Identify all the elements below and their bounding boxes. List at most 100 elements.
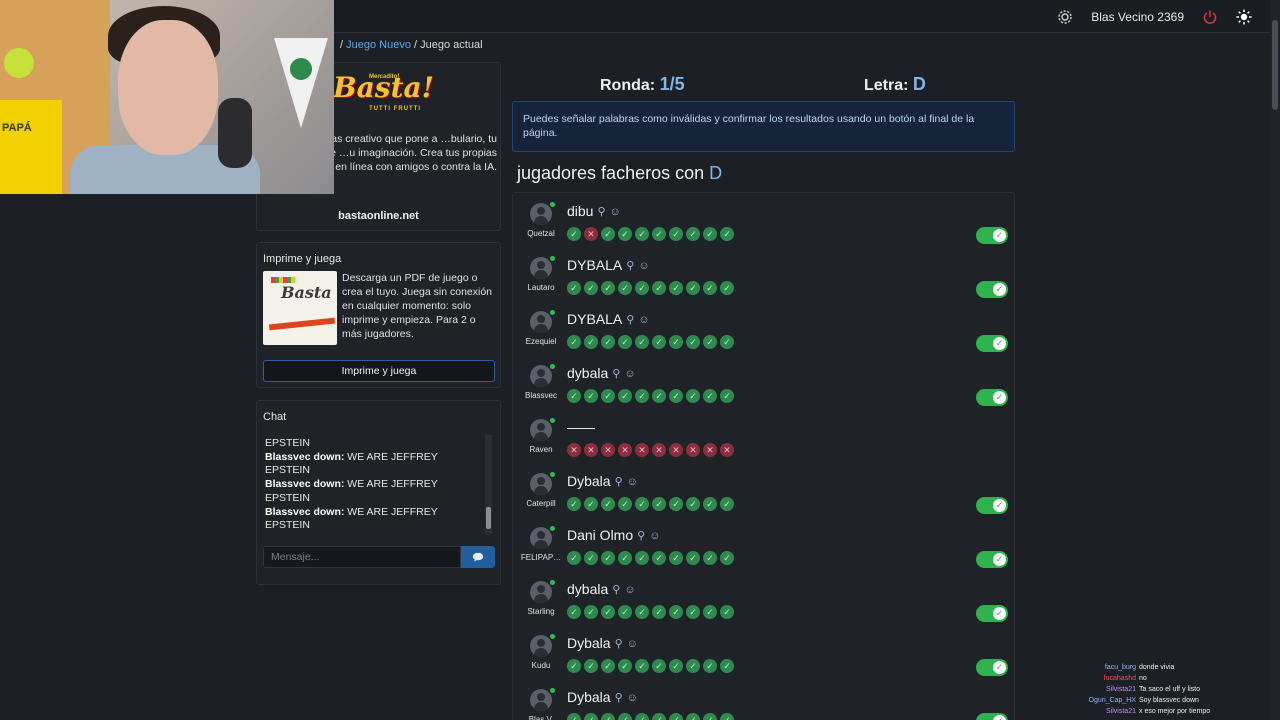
emoji-react-icon[interactable]: ☺ bbox=[624, 584, 635, 596]
vote-badge[interactable]: ✓ bbox=[567, 497, 581, 511]
vote-badge[interactable]: ✕ bbox=[686, 443, 700, 457]
search-icon[interactable]: ⚲ bbox=[612, 367, 620, 380]
emoji-react-icon[interactable]: ☺ bbox=[610, 206, 621, 218]
vote-badge[interactable]: ✕ bbox=[669, 443, 683, 457]
vote-badge[interactable]: ✓ bbox=[686, 659, 700, 673]
vote-badge[interactable]: ✓ bbox=[601, 659, 615, 673]
username-label[interactable]: Blas Vecino 2369 bbox=[1091, 10, 1184, 24]
vote-badge[interactable]: ✕ bbox=[720, 443, 734, 457]
valid-toggle[interactable]: ✓ bbox=[976, 335, 1008, 352]
search-icon[interactable]: ⚲ bbox=[615, 691, 623, 704]
vote-badge[interactable]: ✓ bbox=[686, 713, 700, 720]
vote-badge[interactable]: ✓ bbox=[635, 605, 649, 619]
vote-badge[interactable]: ✓ bbox=[720, 227, 734, 241]
vote-badge[interactable]: ✓ bbox=[618, 659, 632, 673]
vote-badge[interactable]: ✓ bbox=[567, 281, 581, 295]
chat-message-input[interactable]: Mensaje... bbox=[263, 546, 461, 568]
emoji-react-icon[interactable]: ☺ bbox=[638, 260, 649, 272]
valid-toggle[interactable]: ✓ bbox=[976, 227, 1008, 244]
vote-badge[interactable]: ✕ bbox=[652, 443, 666, 457]
vote-badge[interactable]: ✓ bbox=[652, 227, 666, 241]
valid-toggle[interactable]: ✓ bbox=[976, 659, 1008, 676]
vote-badge[interactable]: ✓ bbox=[618, 389, 632, 403]
vote-badge[interactable]: ✓ bbox=[720, 659, 734, 673]
vote-badge[interactable]: ✓ bbox=[567, 605, 581, 619]
vote-badge[interactable]: ✓ bbox=[601, 389, 615, 403]
vote-badge[interactable]: ✓ bbox=[567, 335, 581, 349]
vote-badge[interactable]: ✓ bbox=[669, 659, 683, 673]
vote-badge[interactable]: ✓ bbox=[669, 335, 683, 349]
sun-icon[interactable] bbox=[1236, 9, 1252, 25]
chat-scrollbar[interactable] bbox=[485, 435, 492, 535]
vote-badge[interactable]: ✓ bbox=[652, 335, 666, 349]
vote-badge[interactable]: ✓ bbox=[686, 335, 700, 349]
vote-badge[interactable]: ✓ bbox=[720, 713, 734, 720]
vote-badge[interactable]: ✓ bbox=[703, 389, 717, 403]
search-icon[interactable]: ⚲ bbox=[626, 259, 634, 272]
vote-badge[interactable]: ✓ bbox=[635, 335, 649, 349]
vote-badge[interactable]: ✓ bbox=[703, 281, 717, 295]
vote-badge[interactable]: ✓ bbox=[601, 335, 615, 349]
search-icon[interactable]: ⚲ bbox=[615, 637, 623, 650]
vote-badge[interactable]: ✓ bbox=[686, 227, 700, 241]
vote-badge[interactable]: ✓ bbox=[601, 713, 615, 720]
vote-badge[interactable]: ✓ bbox=[635, 389, 649, 403]
vote-badge[interactable]: ✓ bbox=[652, 713, 666, 720]
vote-badge[interactable]: ✓ bbox=[635, 551, 649, 565]
search-icon[interactable]: ⚲ bbox=[597, 205, 605, 218]
vote-badge[interactable]: ✓ bbox=[686, 605, 700, 619]
vote-badge[interactable]: ✓ bbox=[652, 551, 666, 565]
valid-toggle[interactable]: ✓ bbox=[976, 389, 1008, 406]
vote-badge[interactable]: ✓ bbox=[669, 713, 683, 720]
vote-badge[interactable]: ✓ bbox=[567, 551, 581, 565]
vote-badge[interactable]: ✓ bbox=[618, 227, 632, 241]
vote-badge[interactable]: ✓ bbox=[703, 497, 717, 511]
valid-toggle[interactable]: ✓ bbox=[976, 497, 1008, 514]
vote-badge[interactable]: ✕ bbox=[618, 443, 632, 457]
valid-toggle[interactable]: ✓ bbox=[976, 605, 1008, 622]
power-icon[interactable] bbox=[1202, 9, 1218, 25]
vote-badge[interactable]: ✓ bbox=[584, 659, 598, 673]
vote-badge[interactable]: ✓ bbox=[567, 659, 581, 673]
vote-badge[interactable]: ✓ bbox=[652, 281, 666, 295]
emoji-react-icon[interactable]: ☺ bbox=[627, 638, 638, 650]
vote-badge[interactable]: ✓ bbox=[618, 551, 632, 565]
vote-badge[interactable]: ✓ bbox=[669, 551, 683, 565]
vote-badge[interactable]: ✓ bbox=[601, 551, 615, 565]
vote-badge[interactable]: ✕ bbox=[601, 443, 615, 457]
vote-badge[interactable]: ✓ bbox=[686, 497, 700, 511]
vote-badge[interactable]: ✓ bbox=[652, 389, 666, 403]
vote-badge[interactable]: ✓ bbox=[567, 713, 581, 720]
vote-badge[interactable]: ✕ bbox=[584, 227, 598, 241]
chat-send-button[interactable] bbox=[461, 546, 495, 568]
vote-badge[interactable]: ✓ bbox=[618, 281, 632, 295]
vote-badge[interactable]: ✓ bbox=[720, 281, 734, 295]
breadcrumb-juego-nuevo[interactable]: Juego Nuevo bbox=[346, 39, 411, 51]
search-icon[interactable]: ⚲ bbox=[626, 313, 634, 326]
emoji-react-icon[interactable]: ☺ bbox=[649, 530, 660, 542]
vote-badge[interactable]: ✓ bbox=[703, 335, 717, 349]
vote-badge[interactable]: ✓ bbox=[669, 605, 683, 619]
vote-badge[interactable]: ✓ bbox=[601, 281, 615, 295]
vote-badge[interactable]: ✓ bbox=[584, 389, 598, 403]
page-scrollbar-thumb[interactable] bbox=[1272, 20, 1278, 110]
vote-badge[interactable]: ✓ bbox=[669, 227, 683, 241]
emoji-react-icon[interactable]: ☺ bbox=[638, 314, 649, 326]
vote-badge[interactable]: ✓ bbox=[652, 659, 666, 673]
vote-badge[interactable]: ✓ bbox=[669, 497, 683, 511]
vote-badge[interactable]: ✓ bbox=[567, 389, 581, 403]
vote-badge[interactable]: ✓ bbox=[669, 281, 683, 295]
search-icon[interactable]: ⚲ bbox=[615, 475, 623, 488]
vote-badge[interactable]: ✓ bbox=[686, 281, 700, 295]
vote-badge[interactable]: ✓ bbox=[703, 659, 717, 673]
vote-badge[interactable]: ✓ bbox=[635, 497, 649, 511]
vote-badge[interactable]: ✓ bbox=[652, 497, 666, 511]
vote-badge[interactable]: ✓ bbox=[618, 497, 632, 511]
vote-badge[interactable]: ✓ bbox=[703, 605, 717, 619]
vote-badge[interactable]: ✓ bbox=[635, 281, 649, 295]
vote-badge[interactable]: ✓ bbox=[703, 713, 717, 720]
search-icon[interactable]: ⚲ bbox=[637, 529, 645, 542]
vote-badge[interactable]: ✓ bbox=[601, 227, 615, 241]
vote-badge[interactable]: ✓ bbox=[601, 605, 615, 619]
vote-badge[interactable]: ✓ bbox=[720, 551, 734, 565]
